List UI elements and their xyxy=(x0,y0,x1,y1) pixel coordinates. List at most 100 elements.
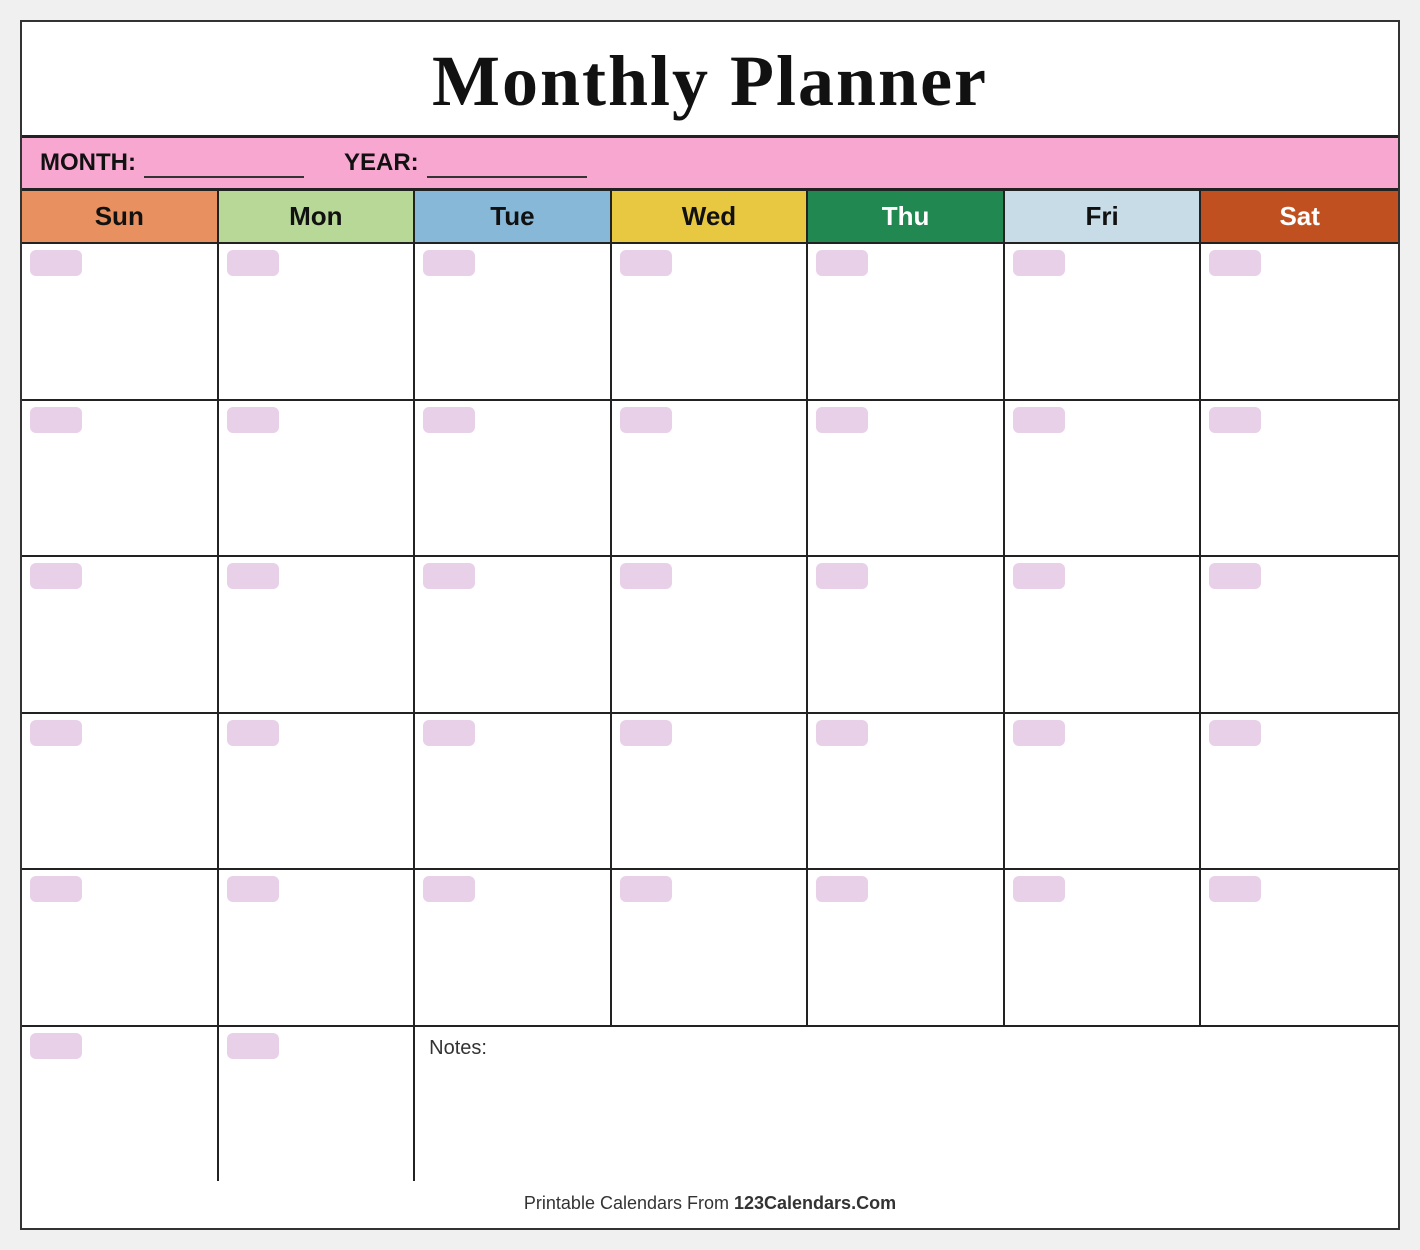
date-badge xyxy=(1013,876,1065,902)
month-year-bar: MONTH: YEAR: xyxy=(22,138,1398,191)
date-badge xyxy=(30,563,82,589)
cell-r3-thu[interactable] xyxy=(808,557,1005,712)
cell-r5-sat[interactable] xyxy=(1201,870,1398,1025)
cell-r2-tue[interactable] xyxy=(415,401,612,556)
year-field[interactable]: YEAR: xyxy=(344,148,587,178)
calendar-row-2 xyxy=(22,401,1398,558)
cell-r5-mon[interactable] xyxy=(219,870,416,1025)
date-badge xyxy=(227,407,279,433)
planner-page: Monthly Planner MONTH: YEAR: Sun Mon Tue… xyxy=(20,20,1400,1230)
cell-r6-mon[interactable] xyxy=(219,1027,416,1182)
notes-label: Notes: xyxy=(429,1037,487,1059)
calendar-row-3 xyxy=(22,557,1398,714)
cell-r1-sat[interactable] xyxy=(1201,244,1398,399)
date-badge xyxy=(1209,563,1261,589)
day-headers-row: Sun Mon Tue Wed Thu Fri Sat xyxy=(22,191,1398,244)
calendar-row-6: Notes: xyxy=(22,1027,1398,1182)
cell-r2-thu[interactable] xyxy=(808,401,1005,556)
date-badge xyxy=(1013,407,1065,433)
calendar-row-1 xyxy=(22,244,1398,401)
cell-r3-sat[interactable] xyxy=(1201,557,1398,712)
cell-r5-sun[interactable] xyxy=(22,870,219,1025)
cell-r4-tue[interactable] xyxy=(415,714,612,869)
cell-r2-fri[interactable] xyxy=(1005,401,1202,556)
date-badge xyxy=(227,720,279,746)
cell-r1-wed[interactable] xyxy=(612,244,809,399)
calendar-rows: Notes: xyxy=(22,244,1398,1181)
header-sun: Sun xyxy=(22,191,219,242)
cell-r6-sun[interactable] xyxy=(22,1027,219,1182)
calendar-grid: Sun Mon Tue Wed Thu Fri Sat xyxy=(22,191,1398,1181)
date-badge xyxy=(620,250,672,276)
date-badge xyxy=(1209,720,1261,746)
date-badge xyxy=(423,720,475,746)
date-badge xyxy=(227,876,279,902)
date-badge xyxy=(227,250,279,276)
header-wed: Wed xyxy=(612,191,809,242)
date-badge xyxy=(423,407,475,433)
cell-r3-sun[interactable] xyxy=(22,557,219,712)
year-label-text: YEAR: xyxy=(344,149,419,177)
cell-r3-wed[interactable] xyxy=(612,557,809,712)
cell-r1-tue[interactable] xyxy=(415,244,612,399)
cell-r4-thu[interactable] xyxy=(808,714,1005,869)
date-badge xyxy=(620,563,672,589)
date-badge xyxy=(1209,876,1261,902)
date-badge xyxy=(1013,720,1065,746)
cell-r1-mon[interactable] xyxy=(219,244,416,399)
notes-cell[interactable]: Notes: xyxy=(415,1027,1398,1182)
cell-r4-wed[interactable] xyxy=(612,714,809,869)
calendar-row-4 xyxy=(22,714,1398,871)
date-badge xyxy=(620,876,672,902)
cell-r1-sun[interactable] xyxy=(22,244,219,399)
header-mon: Mon xyxy=(219,191,416,242)
date-badge xyxy=(1209,250,1261,276)
calendar-row-5 xyxy=(22,870,1398,1027)
date-badge xyxy=(30,407,82,433)
title-section: Monthly Planner xyxy=(22,22,1398,138)
cell-r3-tue[interactable] xyxy=(415,557,612,712)
cell-r2-sun[interactable] xyxy=(22,401,219,556)
footer-text: Printable Calendars From xyxy=(524,1193,734,1213)
date-badge xyxy=(816,720,868,746)
cell-r5-wed[interactable] xyxy=(612,870,809,1025)
cell-r1-thu[interactable] xyxy=(808,244,1005,399)
date-badge xyxy=(227,1033,279,1059)
cell-r4-sat[interactable] xyxy=(1201,714,1398,869)
cell-r3-mon[interactable] xyxy=(219,557,416,712)
date-badge xyxy=(1013,563,1065,589)
date-badge xyxy=(620,407,672,433)
header-tue: Tue xyxy=(415,191,612,242)
cell-r4-sun[interactable] xyxy=(22,714,219,869)
cell-r3-fri[interactable] xyxy=(1005,557,1202,712)
date-badge xyxy=(816,876,868,902)
month-label-text: MONTH: xyxy=(40,149,136,177)
date-badge xyxy=(1013,250,1065,276)
date-badge xyxy=(816,250,868,276)
cell-r4-mon[interactable] xyxy=(219,714,416,869)
date-badge xyxy=(30,250,82,276)
cell-r4-fri[interactable] xyxy=(1005,714,1202,869)
date-badge xyxy=(620,720,672,746)
month-input[interactable] xyxy=(144,148,304,178)
year-input[interactable] xyxy=(427,148,587,178)
footer-brand: 123Calendars.Com xyxy=(734,1193,896,1213)
header-sat: Sat xyxy=(1201,191,1398,242)
cell-r2-wed[interactable] xyxy=(612,401,809,556)
cell-r1-fri[interactable] xyxy=(1005,244,1202,399)
date-badge xyxy=(423,563,475,589)
footer: Printable Calendars From 123Calendars.Co… xyxy=(22,1181,1398,1218)
cell-r5-tue[interactable] xyxy=(415,870,612,1025)
date-badge xyxy=(227,563,279,589)
month-field[interactable]: MONTH: xyxy=(40,148,304,178)
cell-r5-fri[interactable] xyxy=(1005,870,1202,1025)
date-badge xyxy=(30,876,82,902)
date-badge xyxy=(30,1033,82,1059)
cell-r2-sat[interactable] xyxy=(1201,401,1398,556)
header-thu: Thu xyxy=(808,191,1005,242)
date-badge xyxy=(423,250,475,276)
header-fri: Fri xyxy=(1005,191,1202,242)
date-badge xyxy=(1209,407,1261,433)
cell-r2-mon[interactable] xyxy=(219,401,416,556)
cell-r5-thu[interactable] xyxy=(808,870,1005,1025)
